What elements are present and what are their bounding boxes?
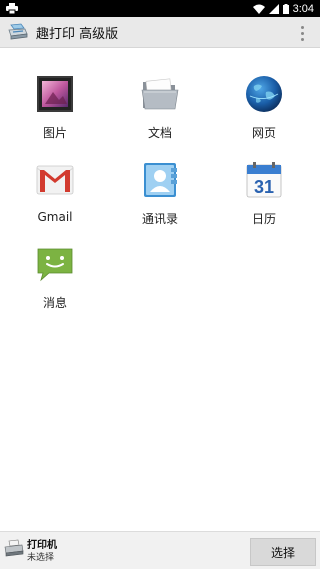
app-title: 趣打印 高级版 <box>36 26 119 42</box>
tile-contacts[interactable]: 通讯录 <box>107 152 213 238</box>
tile-label: Gmail <box>37 210 73 224</box>
battery-icon <box>282 3 289 14</box>
calendar-icon: 31 <box>246 162 282 198</box>
tile-messages[interactable]: 消息 <box>2 236 108 322</box>
tile-label: 通讯录 <box>141 212 178 226</box>
tile-label: 网页 <box>251 126 276 140</box>
printer-status: 未选择 <box>27 553 55 563</box>
status-left <box>6 3 18 14</box>
tile-label: 文档 <box>147 126 172 140</box>
photo-gallery-icon <box>37 76 73 112</box>
tile-calendar[interactable]: 31 日历 <box>211 152 317 238</box>
tile-photos[interactable]: 图片 <box>2 66 108 152</box>
status-right: 3:04 <box>252 2 314 15</box>
tile-label: 图片 <box>42 126 67 140</box>
wifi-icon <box>252 4 265 14</box>
status-time: 3:04 <box>292 2 314 15</box>
tile-web[interactable]: 网页 <box>211 66 317 152</box>
globe-icon <box>246 76 282 112</box>
app-bar: 趣打印 高级版 <box>0 17 320 48</box>
overflow-menu-button[interactable] <box>298 24 306 42</box>
printer-title: 打印机 <box>27 540 57 551</box>
contacts-icon <box>144 163 177 197</box>
printer-icon <box>4 539 24 557</box>
print-notification-icon <box>6 3 18 14</box>
app-logo-icon <box>8 23 28 40</box>
bottom-bar: 打印机 未选择 选择 <box>0 531 320 569</box>
select-printer-button[interactable]: 选择 <box>250 538 316 566</box>
folder-icon <box>141 78 179 110</box>
tile-documents[interactable]: 文档 <box>107 66 213 152</box>
tile-gmail[interactable]: Gmail <box>2 152 108 238</box>
dot-icon <box>300 25 304 29</box>
signal-icon <box>268 3 279 14</box>
status-bar: 3:04 <box>0 0 320 17</box>
calendar-day: 31 <box>254 177 274 197</box>
message-icon <box>37 248 73 282</box>
gmail-icon <box>36 165 74 195</box>
tile-label: 消息 <box>42 296 67 310</box>
dot-icon <box>300 31 304 35</box>
tile-label: 日历 <box>251 212 276 226</box>
dot-icon <box>300 37 304 41</box>
